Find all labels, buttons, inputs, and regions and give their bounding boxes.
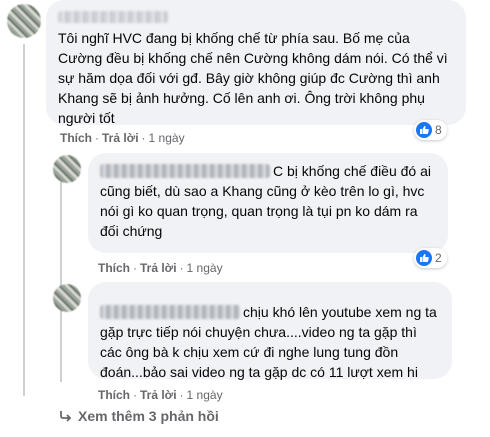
timestamp[interactable]: 1 ngày	[187, 388, 223, 402]
view-more-replies-button[interactable]: Xem thêm 3 phản hồi	[58, 408, 219, 424]
avatar[interactable]	[53, 155, 81, 183]
comment-bubble: C bị khống chế điều đó ai cũng biết, dù …	[88, 153, 448, 253]
comment-actions: Thích · Trả lời · 1 ngày	[98, 388, 223, 402]
reply-arrow-icon	[60, 411, 72, 422]
timestamp[interactable]: 1 ngày	[149, 131, 185, 145]
comment-actions: Thích · Trả lời · 1 ngày	[98, 261, 223, 275]
avatar[interactable]	[53, 284, 81, 312]
reply-button[interactable]: Trả lời	[140, 261, 177, 275]
reaction-count: 2	[435, 251, 442, 265]
avatar[interactable]	[7, 4, 41, 38]
author-name[interactable]	[58, 8, 454, 23]
like-button[interactable]: Thích	[60, 131, 92, 145]
comment-text: Tôi nghĩ HVC đang bị khống chế từ phía s…	[58, 30, 448, 126]
like-thumb-icon	[416, 122, 432, 138]
thread-line	[60, 182, 62, 382]
comment-text: chịu khó lên youtube xem ng ta gặp trực …	[100, 304, 437, 380]
author-name[interactable]	[100, 164, 270, 178]
view-more-replies-label: Xem thêm 3 phản hồi	[78, 408, 219, 424]
reaction-badge[interactable]: 8	[414, 120, 447, 140]
like-thumb-icon	[416, 250, 432, 266]
reply-button[interactable]: Trả lời	[102, 131, 139, 145]
like-button[interactable]: Thích	[98, 388, 130, 402]
comment-bubble: chịu khó lên youtube xem ng ta gặp trực …	[88, 282, 452, 380]
reaction-badge[interactable]: 2	[414, 248, 447, 268]
thread-line	[23, 44, 25, 396]
comment-text: C bị khống chế điều đó ai cũng biết, dù …	[100, 163, 431, 239]
like-button[interactable]: Thích	[98, 261, 130, 275]
timestamp[interactable]: 1 ngày	[187, 261, 223, 275]
comment-bubble: Tôi nghĩ HVC đang bị khống chế từ phía s…	[46, 0, 466, 126]
reply-button[interactable]: Trả lời	[140, 388, 177, 402]
comment-actions: Thích · Trả lời · 1 ngày	[60, 131, 185, 145]
reaction-count: 8	[435, 123, 442, 137]
author-name[interactable]	[100, 305, 240, 319]
